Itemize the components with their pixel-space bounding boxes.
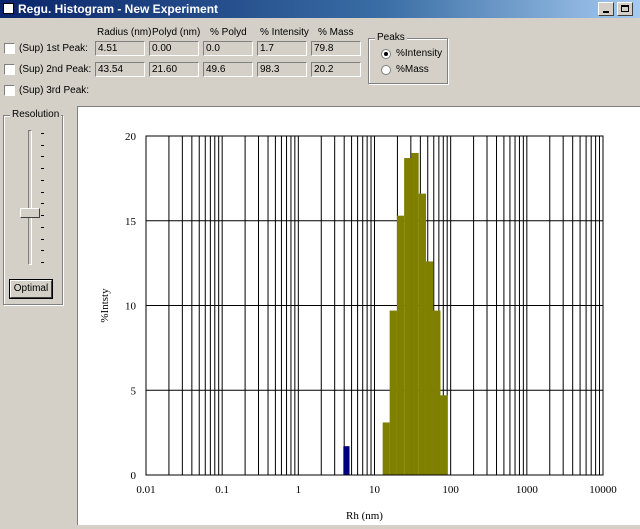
x-tick-label: 0.01: [136, 484, 155, 496]
x-tick-label: 10000: [589, 484, 617, 496]
intensity-radio-label[interactable]: %Intensity: [396, 48, 442, 59]
mass-radio-label[interactable]: %Mass: [396, 64, 429, 75]
peak-2-pct-mass-field: 20.2: [311, 62, 361, 77]
window-icon[interactable]: [3, 3, 14, 14]
slider-tick: [41, 191, 44, 193]
peak-3-checkbox[interactable]: [4, 85, 15, 96]
peaks-group-label: Peaks: [375, 32, 407, 43]
y-tick-label: 5: [131, 385, 137, 397]
peak-1-pct-polyd-field: 0.0: [203, 41, 253, 56]
peak-2-pct-intensity-field: 98.3: [257, 62, 307, 77]
slider-tick: [41, 262, 44, 263]
peak-3-label: (Sup) 3rd Peak:: [19, 85, 90, 96]
slider-tick: [41, 203, 44, 205]
x-tick-label: 1: [296, 484, 302, 496]
peaks-group: Peaks %Intensity %Mass: [368, 32, 448, 84]
histogram-bar: [425, 261, 434, 475]
histogram-bar: [389, 310, 397, 475]
peak-2-radius-field: 43.54: [95, 62, 145, 77]
intensity-radio[interactable]: [381, 49, 391, 59]
x-tick-label: 0.1: [215, 484, 229, 496]
x-tick-label: 10: [369, 484, 381, 496]
peak-1-pct-intensity-field: 1.7: [257, 41, 307, 56]
histogram-chart: 0.01 0.1 1 10 100 1000 10000 0 5 10 15 20 Rh (nm) %In…: [99, 131, 617, 522]
slider-tick: [41, 226, 44, 228]
resolution-slider-track[interactable]: [28, 130, 32, 265]
histogram-bar: [396, 215, 405, 475]
histogram-bar: [440, 395, 448, 475]
slider-tick: [41, 144, 44, 146]
y-tick-label: 10: [125, 301, 137, 313]
peak-2-polyd-field: 21.60: [149, 62, 199, 77]
slider-tick: [41, 250, 44, 252]
y-axis-label: %Intsty: [99, 288, 111, 323]
peak-1-checkbox[interactable]: [4, 43, 15, 54]
histogram-bar: [404, 158, 412, 475]
histogram-bar: [411, 152, 419, 475]
slider-tick: [41, 133, 44, 134]
optimal-button[interactable]: Optimal: [10, 280, 52, 298]
resolution-group-label: Resolution: [10, 109, 62, 120]
slider-tick: [41, 215, 44, 217]
header-radius: Radius (nm): [97, 27, 152, 38]
peak-2-pct-polyd-field: 49.6: [203, 62, 253, 77]
peak-1-polyd-field: 0.00: [149, 41, 199, 56]
mass-radio[interactable]: [381, 65, 391, 75]
slider-tick: [41, 238, 44, 240]
peak-1-pct-mass-field: 79.8: [311, 41, 361, 56]
histogram-bar: [343, 446, 350, 475]
histogram-bar: [433, 310, 441, 475]
resolution-slider-thumb[interactable]: [20, 207, 40, 218]
slider-tick: [41, 168, 44, 170]
y-tick-label: 15: [125, 216, 137, 228]
window-title: Regu. Histogram - New Experiment: [18, 2, 219, 16]
peak-2-checkbox[interactable]: [4, 64, 15, 75]
peak-1-label: (Sup) 1st Peak:: [19, 43, 88, 54]
x-axis-label: Rh (nm): [346, 510, 383, 522]
histogram-panel: 0.01 0.1 1 10 100 1000 10000 0 5 10 15 20 Rh (nm) %In…: [77, 106, 640, 525]
x-tick-label: 1000: [516, 484, 539, 496]
histogram-bar: [418, 193, 426, 475]
header-pct-intensity: % Intensity: [260, 27, 309, 38]
histogram-bar: [382, 422, 390, 475]
y-tick-label: 0: [131, 470, 137, 482]
peak-1-radius-field: 4.51: [95, 41, 145, 56]
header-pct-mass: % Mass: [318, 27, 354, 38]
title-bar: Regu. Histogram - New Experiment: [0, 0, 640, 18]
header-polyd: Polyd (nm): [152, 27, 201, 38]
maximize-button[interactable]: [617, 2, 633, 16]
header-pct-polyd: % Polyd: [210, 27, 247, 38]
slider-tick: [41, 156, 44, 158]
x-tick-label: 100: [442, 484, 459, 496]
peak-2-label: (Sup) 2nd Peak:: [19, 64, 92, 75]
y-tick-label: 20: [125, 131, 137, 143]
slider-tick: [41, 179, 44, 181]
minimize-button[interactable]: [598, 2, 614, 16]
